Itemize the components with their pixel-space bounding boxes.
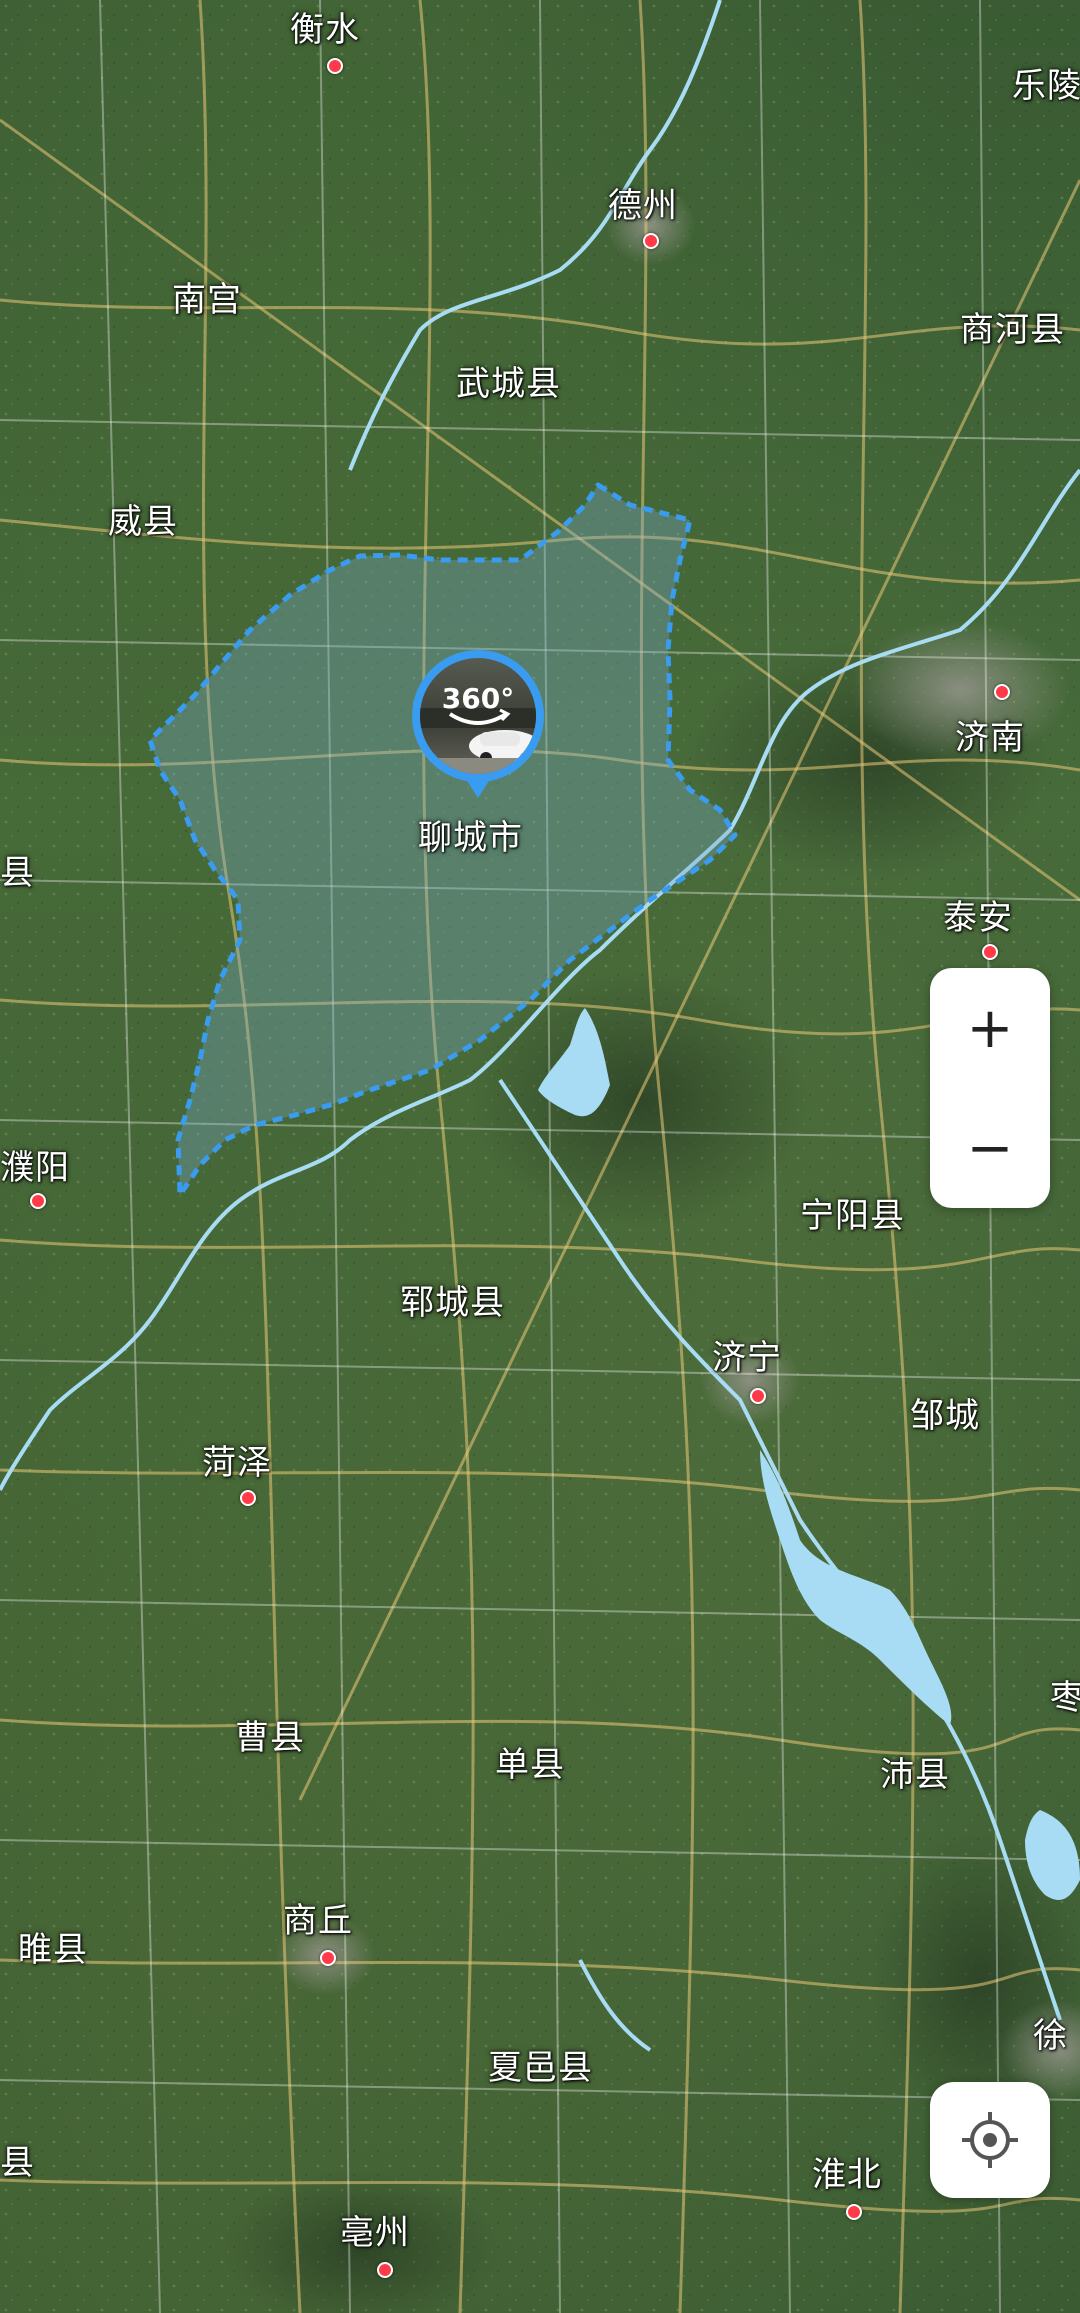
city-label-shangqiu[interactable]: 商丘 (283, 1893, 353, 1942)
city-label-ningyang[interactable]: 宁阳县 (800, 1188, 905, 1237)
city-label-peixian[interactable]: 沛县 (880, 1747, 950, 1796)
city-label-weixian[interactable]: 威县 (108, 494, 178, 543)
map-canvas[interactable]: 衡水 德州 乐陵 南宫 商河县 武城县 威县 济南 县 泰安 濮阳 宁阳县 郓城… (0, 0, 1080, 2313)
city-label-taian[interactable]: 泰安 (943, 890, 1013, 939)
city-label-zoucheng[interactable]: 邹城 (910, 1388, 980, 1437)
city-dot-huaibei[interactable] (846, 2204, 862, 2220)
city-dot-dezhou[interactable] (643, 233, 659, 249)
city-dot-jinan[interactable] (994, 684, 1010, 700)
city-dot-hengshui[interactable] (327, 58, 343, 74)
city-label-jinan[interactable]: 济南 (955, 710, 1025, 759)
city-label-leling[interactable]: 乐陵 (1012, 58, 1080, 107)
zoom-out-button[interactable]: − (930, 1088, 1050, 1208)
city-label-bozhou[interactable]: 亳州 (340, 2205, 410, 2254)
city-label-puyang[interactable]: 濮阳 (0, 1140, 70, 1189)
city-dot-bozhou[interactable] (377, 2262, 393, 2278)
city-label-heze[interactable]: 菏泽 (202, 1435, 272, 1484)
city-label-zao[interactable]: 枣 (1050, 1670, 1080, 1719)
city-label-suixian[interactable]: 睢县 (18, 1922, 88, 1971)
city-label-xiayi[interactable]: 夏邑县 (488, 2040, 593, 2089)
city-label-shanghe[interactable]: 商河县 (960, 302, 1065, 351)
locate-button[interactable] (930, 2082, 1050, 2198)
city-dot-heze[interactable] (240, 1490, 256, 1506)
zoom-control: + − (930, 968, 1050, 1208)
city-dot-taian[interactable] (982, 944, 998, 960)
city-label-xian-left[interactable]: 县 (0, 845, 35, 894)
zoom-in-button[interactable]: + (930, 968, 1050, 1088)
city-label-xian-bottom-left[interactable]: 县 (0, 2135, 35, 2184)
city-dot-shangqiu[interactable] (320, 1950, 336, 1966)
city-label-xu[interactable]: 徐 (1033, 2008, 1068, 2057)
city-label-huaibei[interactable]: 淮北 (812, 2147, 882, 2196)
city-dot-puyang[interactable] (30, 1193, 46, 1209)
locate-crosshair-icon (962, 2112, 1018, 2168)
city-label-wucheng[interactable]: 武城县 (456, 356, 561, 405)
panorama-360-icon: 360° (412, 650, 544, 798)
city-label-caoxian[interactable]: 曹县 (235, 1710, 305, 1759)
city-dot-jining[interactable] (750, 1388, 766, 1404)
city-label-yuncheng[interactable]: 郓城县 (400, 1275, 505, 1324)
city-label-shanxian[interactable]: 单县 (495, 1737, 565, 1786)
panorama-marker[interactable]: 360° (410, 648, 546, 808)
city-label-hengshui[interactable]: 衡水 (290, 2, 360, 51)
map-terrain (0, 0, 1080, 2313)
city-label-nangong[interactable]: 南宫 (172, 272, 242, 321)
panorama-marker-label[interactable]: 聊城市 (418, 810, 523, 859)
city-label-jining[interactable]: 济宁 (712, 1330, 782, 1379)
city-label-dezhou[interactable]: 德州 (608, 178, 678, 227)
